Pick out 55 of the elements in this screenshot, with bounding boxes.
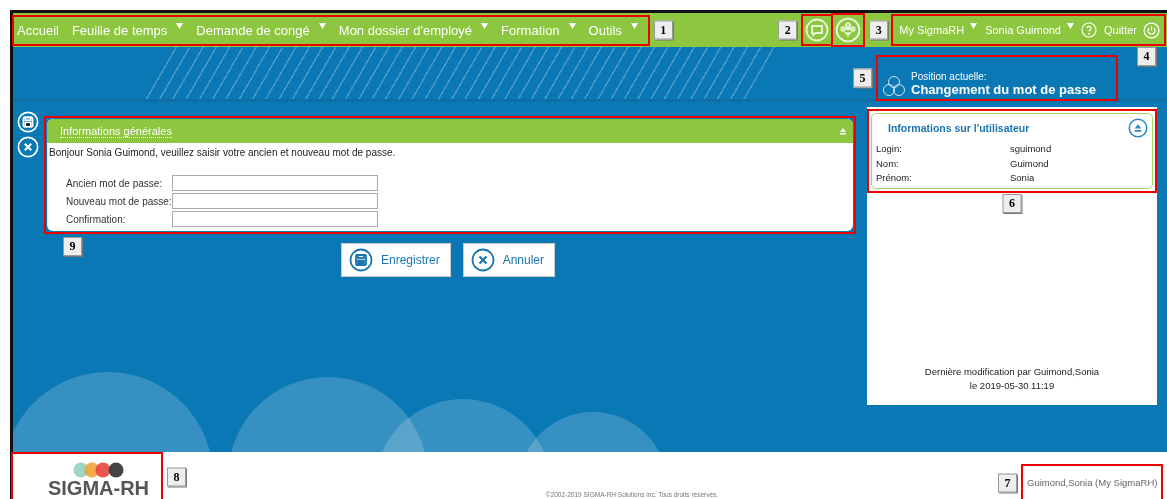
save-button[interactable] bbox=[17, 111, 39, 133]
info-label: Login: bbox=[876, 142, 903, 156]
field-label: Nouveau mot de passe: bbox=[66, 195, 172, 207]
nav-menu-item[interactable]: Mon dossier d'employé bbox=[335, 16, 499, 44]
help-button[interactable] bbox=[1078, 22, 1100, 38]
quit-link[interactable]: Quitter bbox=[1100, 21, 1164, 39]
save-button[interactable]: Enregistrer bbox=[340, 243, 451, 277]
collapse-icon[interactable] bbox=[1128, 118, 1148, 138]
field-label: Confirmation: bbox=[66, 213, 127, 225]
page-title: Changement du mot de passe bbox=[911, 82, 1096, 97]
greeting-text: Bonjour Sonia Guimond, veuillez saisir votre ancien et nouveau mot de passe. bbox=[48, 146, 397, 160]
position-label: Position actuelle: bbox=[911, 71, 988, 82]
logo-text: SIGMA-RH bbox=[47, 478, 150, 499]
people-icon bbox=[835, 17, 862, 43]
card-title: Informations sur l'utilisateur bbox=[888, 122, 1030, 134]
password-field[interactable] bbox=[172, 193, 378, 209]
callout-number: 8 bbox=[167, 467, 186, 486]
panel-title[interactable]: Informations générales bbox=[60, 124, 172, 138]
power-icon bbox=[1143, 21, 1160, 39]
nav-menu-item[interactable]: Accueil bbox=[14, 16, 69, 44]
callout-number: 9 bbox=[63, 237, 82, 256]
callout-number: 5 bbox=[853, 68, 872, 88]
chat-icon bbox=[805, 18, 830, 42]
close-icon bbox=[17, 136, 39, 158]
help-icon bbox=[1081, 22, 1097, 38]
modified-text: le 2019-05-30 11:19 bbox=[968, 379, 1056, 393]
field-label: Ancien mot de passe: bbox=[66, 177, 164, 189]
nav-menu-item[interactable]: Outils bbox=[585, 16, 648, 44]
callout-number: 4 bbox=[1137, 47, 1156, 66]
save-icon bbox=[348, 248, 373, 272]
password-field[interactable] bbox=[172, 211, 378, 227]
password-field[interactable] bbox=[172, 175, 378, 191]
info-value: sguimond bbox=[1010, 142, 1053, 156]
callout-number: 7 bbox=[998, 473, 1017, 492]
close-icon bbox=[470, 248, 495, 272]
nav-menu-item[interactable]: Demande de congé bbox=[193, 16, 336, 44]
modified-text: Dernière modification par Guimond,Sonia bbox=[923, 365, 1101, 379]
collapse-icon[interactable] bbox=[839, 127, 847, 135]
callout-number: 6 bbox=[1002, 193, 1022, 213]
nav-menu-item[interactable]: Feuille de temps bbox=[68, 16, 194, 44]
cancel-button[interactable] bbox=[17, 136, 39, 158]
cancel-button[interactable]: Annuler bbox=[462, 243, 556, 277]
nav-menu-item[interactable]: Formation bbox=[498, 16, 586, 44]
info-label: Nom: bbox=[876, 156, 900, 171]
save-icon bbox=[17, 111, 39, 133]
circles-icon bbox=[881, 75, 907, 97]
info-label: Prénom: bbox=[876, 171, 913, 185]
callout-number: 1 bbox=[653, 20, 673, 40]
info-value: Sonia bbox=[1010, 171, 1036, 185]
footer-user-link[interactable]: Guimond,Sonia (My SigmaRH) bbox=[1023, 466, 1161, 499]
user-menu-item[interactable]: My SigmaRH bbox=[895, 24, 982, 36]
user-menu-item[interactable]: Sonia Guimond bbox=[981, 24, 1078, 36]
callout-number: 2 bbox=[778, 20, 798, 40]
info-value: Guimond bbox=[1010, 156, 1050, 171]
callout-number: 3 bbox=[869, 20, 889, 40]
